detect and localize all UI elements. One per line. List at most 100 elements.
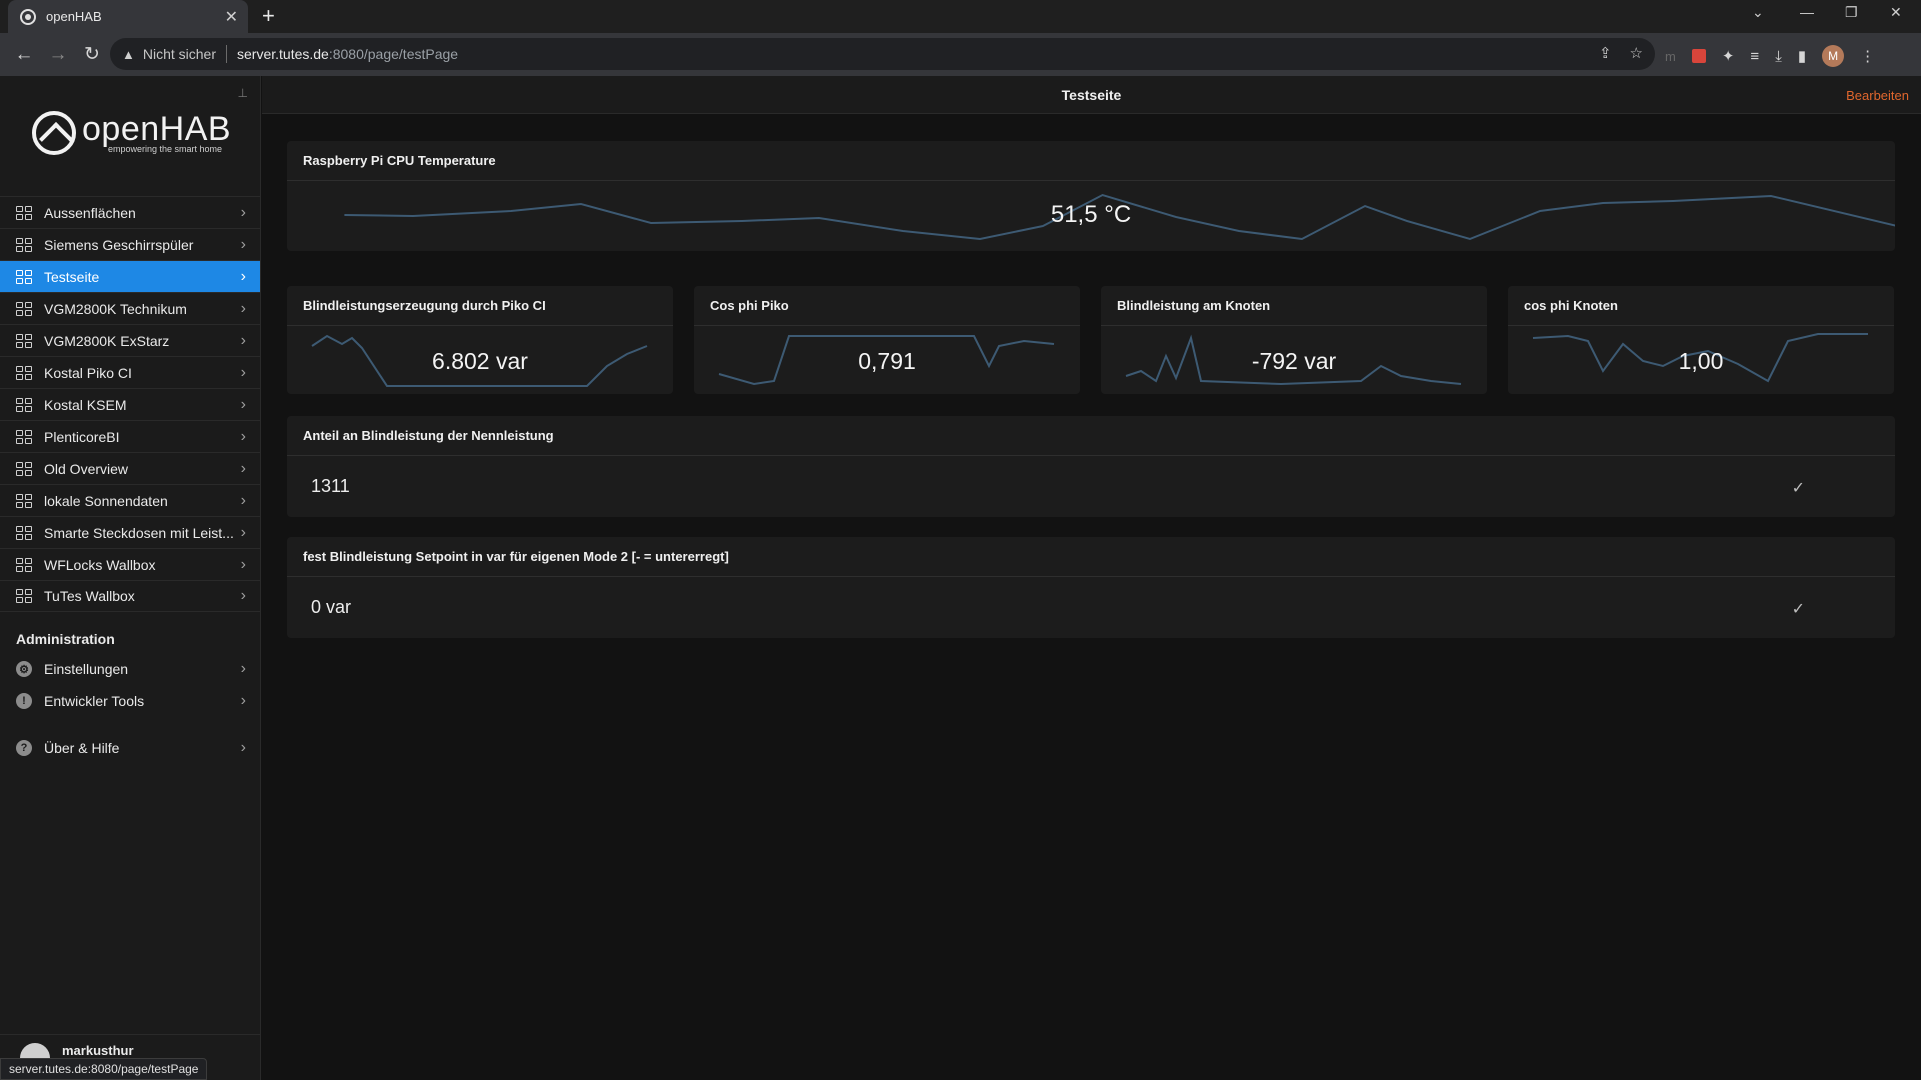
small-card-cos-phi-knoten[interactable]: cos phi Knoten 1,00	[1508, 286, 1894, 394]
extensions-area: m ✦ ≡ ⤓ ▮ M ⋮	[1665, 45, 1875, 67]
reload-button[interactable]: ↻	[82, 43, 102, 66]
minimize-button[interactable]: —	[1800, 4, 1814, 20]
sidebar-item-label: Old Overview	[44, 460, 129, 477]
shield-icon: !	[16, 693, 32, 709]
sidebar-item[interactable]: Testseite ›	[0, 260, 260, 292]
card-value: 0,791	[858, 348, 916, 374]
grid-icon	[16, 237, 32, 252]
card-value: 1,00	[1678, 348, 1724, 374]
sidebar-item[interactable]: Aussenflächen ›	[0, 196, 260, 228]
sidebar-item[interactable]: TuTes Wallbox ›	[0, 580, 260, 612]
status-bar-url: server.tutes.de:8080/page/testPage	[0, 1058, 208, 1080]
temperature-value: 51,5 °C	[1050, 201, 1132, 228]
sidebar-item-label: Siemens Geschirrspüler	[44, 236, 194, 253]
chevron-right-icon: ›	[240, 587, 246, 604]
sidebar-item[interactable]: VGM2800K Technikum ›	[0, 292, 260, 324]
divider	[226, 45, 228, 63]
bookmark-star-icon[interactable]: ☆	[1630, 44, 1643, 62]
sidebar-item-label: lokale Sonnendaten	[44, 492, 168, 509]
temperature-card[interactable]: Raspberry Pi CPU Temperature 51,5 °C	[287, 141, 1895, 251]
sidebar-item-einstellungen[interactable]: ⚙ Einstellungen ›	[0, 653, 260, 685]
page-title: Testseite	[1061, 87, 1122, 103]
card-title: Raspberry Pi CPU Temperature	[287, 141, 1895, 181]
share-icon[interactable]: ⇪	[1599, 44, 1612, 62]
chevron-right-icon: ›	[240, 363, 246, 381]
page-navbar: Testseite Bearbeiten	[262, 76, 1921, 114]
sidebar-item[interactable]: Smarte Steckdosen mit Leist... ›	[0, 516, 260, 548]
openhab-logo-icon	[32, 111, 76, 155]
sidebar-menu: Aussenflächen › Siemens Geschirrspüler › Tes…	[0, 196, 260, 612]
sidebar-item[interactable]: PlenticoreBI ›	[0, 420, 260, 452]
grid-icon	[16, 397, 32, 412]
close-window-button[interactable]: ✕	[1890, 4, 1902, 21]
small-card-piko-blindleistung[interactable]: Blindleistungserzeugung durch Piko CI 6.…	[287, 286, 673, 394]
chevron-right-icon: ›	[240, 555, 246, 573]
checkmark-icon: ✓	[1791, 601, 1805, 618]
side-panel-icon[interactable]: ▮	[1798, 47, 1806, 65]
browser-tab[interactable]: openHAB ✕	[8, 0, 248, 33]
extension-m-icon[interactable]: m	[1665, 49, 1676, 64]
sidebar-item[interactable]: Siemens Geschirrspüler ›	[0, 228, 260, 260]
sidebar-item-label: TuTes Wallbox	[44, 588, 135, 604]
sidebar-item[interactable]: Kostal KSEM ›	[0, 388, 260, 420]
sidebar-item-entwickler-tools[interactable]: ! Entwickler Tools ›	[0, 685, 260, 717]
url-path: :8080/page/testPage	[328, 46, 459, 62]
small-card-cos-phi-piko[interactable]: Cos phi Piko 0,791	[694, 286, 1080, 394]
back-button[interactable]: ←	[14, 44, 34, 66]
extensions-puzzle-icon[interactable]: ✦	[1722, 47, 1735, 65]
grid-icon	[16, 333, 32, 348]
list-value: 0 var	[311, 597, 352, 617]
sidebar-item[interactable]: lokale Sonnendaten ›	[0, 484, 260, 516]
openhab-logo[interactable]: openHAB empowering the smart home	[32, 111, 231, 155]
small-card-blindleistung-knoten[interactable]: Blindleistung am Knoten -792 var	[1101, 286, 1487, 394]
profile-avatar[interactable]: M	[1822, 45, 1845, 67]
chevron-right-icon: ›	[240, 331, 246, 349]
forward-button[interactable]: →	[48, 44, 68, 66]
checkmark-icon: ✓	[1791, 480, 1805, 497]
chevron-right-icon: ›	[240, 660, 246, 677]
pin-icon[interactable]: ⊥	[238, 86, 248, 100]
sidebar-item[interactable]: VGM2800K ExStarz ›	[0, 324, 260, 356]
sidebar-item-label: Kostal KSEM	[44, 396, 127, 413]
chevron-right-icon: ›	[240, 491, 246, 509]
sidebar-item[interactable]: Old Overview ›	[0, 452, 260, 484]
chevron-right-icon: ›	[240, 203, 246, 221]
gear-icon: ⚙	[16, 661, 32, 677]
insecure-label[interactable]: Nicht sicher	[143, 46, 216, 62]
address-bar[interactable]: ▲ Nicht sicher server.tutes.de :8080/pag…	[110, 38, 1655, 70]
close-tab-icon[interactable]: ✕	[225, 7, 238, 27]
sidebar: ⊥ openHAB empowering the smart home Auss…	[0, 76, 261, 1080]
card-title: Blindleistungserzeugung durch Piko CI	[287, 286, 673, 326]
main-content: Testseite Bearbeiten Raspberry Pi CPU Te…	[262, 76, 1921, 1080]
card-title: fest Blindleistung Setpoint in var für e…	[287, 537, 1895, 577]
reading-list-icon[interactable]: ≡	[1750, 48, 1759, 65]
grid-icon	[16, 205, 32, 220]
chevron-right-icon: ›	[240, 299, 246, 317]
url-host: server.tutes.de	[237, 46, 329, 62]
list-card-setpoint[interactable]: fest Blindleistung Setpoint in var für e…	[287, 537, 1895, 638]
sidebar-item[interactable]: WFLocks Wallbox ›	[0, 548, 260, 580]
new-tab-button[interactable]: +	[262, 3, 275, 29]
browser-toolbar: ← → ↻ ▲ Nicht sicher server.tutes.de :80…	[0, 33, 1921, 76]
extension-red-icon[interactable]	[1691, 49, 1706, 63]
sidebar-item-help[interactable]: ? Über & Hilfe ›	[0, 732, 260, 764]
tab-search-icon[interactable]: ⌄	[1752, 4, 1764, 21]
sidebar-item-label: VGM2800K ExStarz	[44, 332, 170, 349]
sidebar-item-label: Smarte Steckdosen mit Leist...	[44, 524, 234, 541]
browser-menu-icon[interactable]: ⋮	[1860, 47, 1875, 65]
download-icon[interactable]: ⤓	[1775, 48, 1782, 65]
grid-icon	[16, 429, 32, 444]
tab-title: openHAB	[46, 9, 102, 24]
chevron-right-icon: ›	[240, 692, 246, 709]
card-title: Anteil an Blindleistung der Nennleistung	[287, 416, 1895, 456]
grid-icon	[16, 493, 32, 508]
grid-icon	[16, 301, 32, 316]
edit-link[interactable]: Bearbeiten	[1846, 88, 1909, 103]
grid-icon	[16, 589, 32, 603]
browser-tabbar: openHAB ✕ + ⌄ — ❐ ✕	[0, 0, 1921, 33]
restore-button[interactable]: ❐	[1845, 4, 1858, 21]
list-card-anteil-blindleistung[interactable]: Anteil an Blindleistung der Nennleistung…	[287, 416, 1895, 517]
chevron-right-icon: ›	[240, 739, 246, 756]
administration-heading: Administration	[16, 631, 115, 647]
sidebar-item[interactable]: Kostal Piko CI ›	[0, 356, 260, 388]
